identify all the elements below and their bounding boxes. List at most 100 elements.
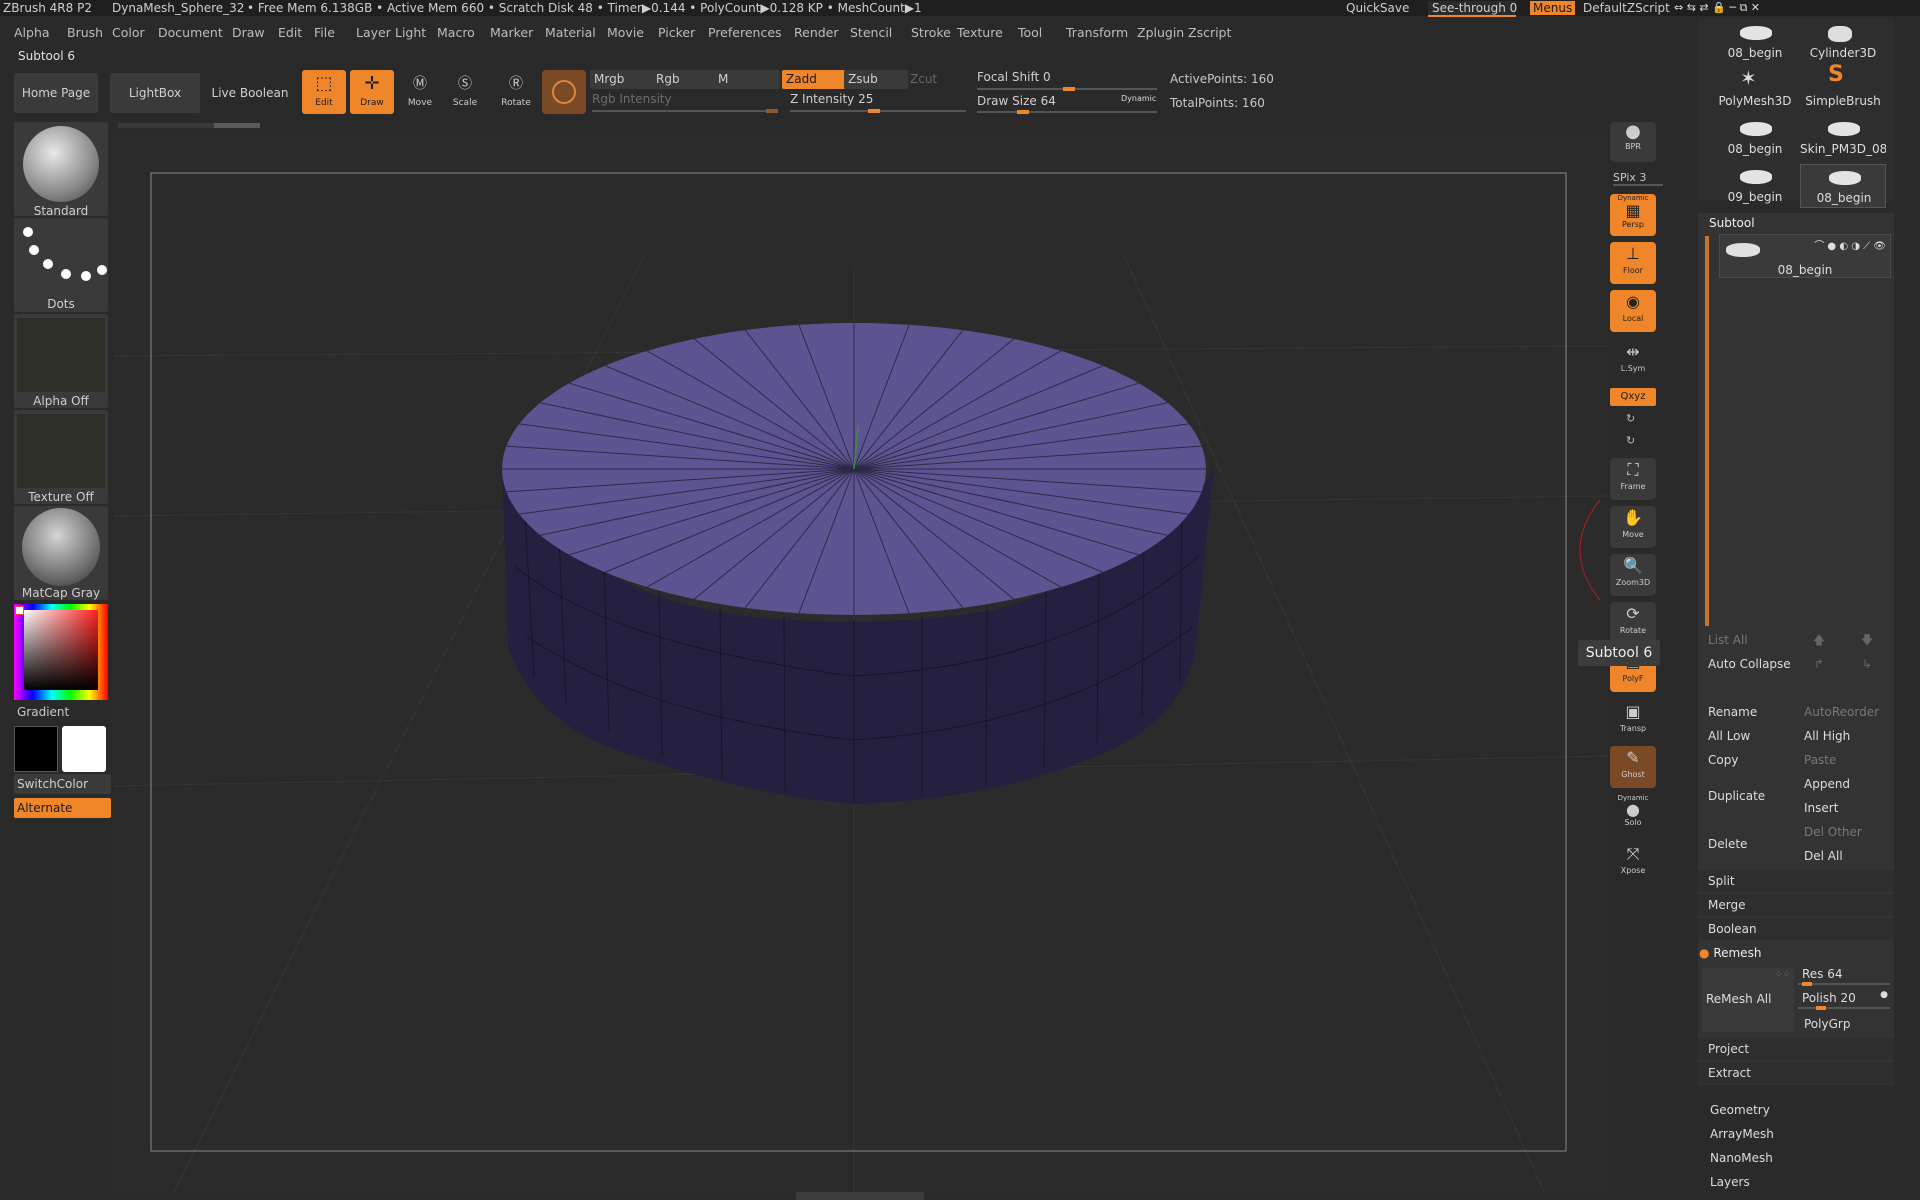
section-nanomesh[interactable]: NanoMesh <box>1710 1146 1890 1170</box>
subtool-scrollbar[interactable] <box>1705 236 1709 626</box>
menu-material[interactable]: Material <box>545 25 596 40</box>
move-view-button[interactable]: ✋ Move <box>1610 506 1656 548</box>
tool-thumbnail-polymesh3d[interactable]: ✶ PolyMesh3D <box>1712 66 1798 112</box>
focal-shift-slider[interactable]: Focal Shift 0 <box>977 70 1157 91</box>
duplicate-button[interactable]: Duplicate <box>1702 774 1794 818</box>
z-intensity-slider[interactable]: Z Intensity 25 <box>790 92 966 113</box>
menu-document[interactable]: Document <box>158 25 223 40</box>
menu-render[interactable]: Render <box>794 25 839 40</box>
transp-button[interactable]: ▣ Transp <box>1610 700 1656 742</box>
tool-thumbnail-08_begin[interactable]: 08_begin <box>1712 20 1798 64</box>
lsym-button[interactable]: ⇹ L.Sym <box>1610 340 1656 382</box>
rotate-button[interactable]: Ⓡ Rotate <box>494 70 538 114</box>
polish-slider[interactable]: Polish 20 ● <box>1798 990 1890 1010</box>
menu-file[interactable]: File <box>314 25 335 40</box>
z-axis-icon[interactable]: ↻ <box>1626 434 1635 447</box>
tool-thumbnail-08_begin[interactable]: 08_begin <box>1800 164 1886 208</box>
main-color-swatch[interactable] <box>14 726 58 772</box>
tool-thumbnail-simplebrush[interactable]: S SimpleBrush <box>1800 62 1886 112</box>
bottom-scroll-handle[interactable] <box>796 1192 924 1200</box>
menu-texture[interactable]: Texture <box>957 25 1003 40</box>
draw-size-slider[interactable]: Draw Size 64 Dynamic <box>977 94 1157 114</box>
menu-movie[interactable]: Movie <box>607 25 644 40</box>
delete-button[interactable]: Delete <box>1702 822 1794 866</box>
split-section[interactable]: Split <box>1698 870 1894 892</box>
tool-thumbnail-cylinder3d[interactable]: Cylinder3D <box>1800 20 1886 64</box>
menu-alpha[interactable]: Alpha <box>14 25 50 40</box>
redo-arrow-icon[interactable]: ↱ <box>1798 654 1840 674</box>
rgb-intensity-slider[interactable]: Rgb Intensity <box>592 92 780 113</box>
all-high-button[interactable]: All High <box>1798 726 1890 746</box>
menu-light[interactable]: Light <box>395 25 426 40</box>
zsub-button[interactable]: Zsub <box>844 70 908 89</box>
menus-button[interactable]: Menus <box>1530 1 1576 15</box>
all-low-button[interactable]: All Low <box>1702 726 1794 746</box>
rotate-view-button[interactable]: ⟳ Rotate <box>1610 602 1656 644</box>
menu-color[interactable]: Color <box>112 25 145 40</box>
remesh-all-button[interactable]: ReMesh All ⁘⁘ <box>1702 968 1794 1032</box>
home-page-button[interactable]: Home Page <box>14 73 98 113</box>
window-controls-icon[interactable]: ⇔ ⇆ ⇄ 🔒 ─ ⧉ ✕ <box>1674 1 1760 15</box>
m-button[interactable]: M <box>714 70 780 89</box>
local-button[interactable]: ◉ Local <box>1610 290 1656 332</box>
persp-button[interactable]: Dynamic ▦ Persp <box>1610 194 1656 236</box>
top-scroll-strip[interactable] <box>118 123 260 128</box>
xyz-button[interactable]: Qxyz <box>1610 388 1656 406</box>
alpha-button[interactable]: Alpha Off <box>14 314 108 408</box>
copy-button[interactable]: Copy <box>1702 750 1794 770</box>
alternate-button[interactable]: Alternate <box>14 798 111 818</box>
rename-button[interactable]: Rename <box>1702 702 1794 722</box>
gradient-label[interactable]: Gradient <box>17 705 69 719</box>
zoom3d-button[interactable]: 🔍 Zoom3D <box>1610 554 1656 596</box>
subtool-header[interactable]: Subtool <box>1709 216 1755 230</box>
material-button[interactable]: MatCap Gray <box>14 506 108 600</box>
bpr-button[interactable]: ● BPR <box>1610 122 1656 162</box>
default-zscript-button[interactable]: DefaultZScript <box>1583 1 1670 15</box>
menu-tool[interactable]: Tool <box>1018 25 1042 40</box>
zcut-button[interactable]: Zcut <box>906 70 970 89</box>
move-down-icon[interactable]: 🡇 <box>1846 630 1888 650</box>
autoreorder-button[interactable]: AutoReorder <box>1798 702 1890 722</box>
quicksave-button[interactable]: QuickSave <box>1346 1 1409 15</box>
menu-stroke[interactable]: Stroke <box>911 25 951 40</box>
return-arrow-icon[interactable]: ↳ <box>1846 654 1888 674</box>
subtool-item[interactable]: ⌒ ● ◐ ◑ ⟋ 👁 08_begin <box>1719 234 1891 278</box>
switchcolor-button[interactable]: SwitchColor <box>14 774 111 794</box>
move-button[interactable]: Ⓜ Move <box>398 70 442 114</box>
mrgb-button[interactable]: Mrgb <box>590 70 656 89</box>
del-all-button[interactable]: Del All <box>1798 846 1890 866</box>
floor-button[interactable]: ⊥ Floor <box>1610 242 1656 284</box>
brush-standard-button[interactable]: Standard <box>14 122 108 218</box>
section-geometry[interactable]: Geometry <box>1710 1098 1890 1122</box>
menu-edit[interactable]: Edit <box>278 25 302 40</box>
auto-collapse-button[interactable]: Auto Collapse <box>1702 654 1794 674</box>
menu-marker[interactable]: Marker <box>490 25 533 40</box>
tool-thumbnail-09_begin[interactable]: 09_begin <box>1712 164 1798 208</box>
draw-button[interactable]: ✛ Draw <box>350 70 394 114</box>
live-boolean-button[interactable]: Live Boolean <box>210 73 290 113</box>
merge-section[interactable]: Merge <box>1698 894 1894 916</box>
menu-layer[interactable]: Layer <box>356 25 391 40</box>
solo-button[interactable]: Dynamic ● Solo <box>1610 794 1656 836</box>
section-layers[interactable]: Layers <box>1710 1170 1890 1194</box>
color-picker[interactable] <box>14 604 108 700</box>
frame-button[interactable]: ⛶ Frame <box>1610 458 1656 500</box>
menu-macro[interactable]: Macro <box>437 25 475 40</box>
dynamic-label[interactable]: Dynamic <box>1121 94 1156 103</box>
polish-dot-icon[interactable]: ● <box>1880 990 1888 1000</box>
scale-button[interactable]: Ⓢ Scale <box>443 70 487 114</box>
zadd-button[interactable]: Zadd <box>782 70 846 89</box>
menu-draw[interactable]: Draw <box>232 25 265 40</box>
res-slider[interactable]: Res 64 <box>1798 966 1890 986</box>
secondary-color-swatch[interactable] <box>62 726 106 772</box>
extract-section[interactable]: Extract <box>1698 1062 1894 1084</box>
remesh-section[interactable]: ● Remesh <box>1698 942 1894 964</box>
lightbox-button[interactable]: LightBox <box>110 73 200 113</box>
menu-zscript[interactable]: Zscript <box>1188 25 1231 40</box>
stroke-dots-button[interactable]: Dots <box>14 218 108 312</box>
append-button[interactable]: Append <box>1798 774 1890 794</box>
project-section[interactable]: Project <box>1698 1038 1894 1060</box>
del-other-button[interactable]: Del Other <box>1798 822 1890 842</box>
section-arraymesh[interactable]: ArrayMesh <box>1710 1122 1890 1146</box>
texture-button[interactable]: Texture Off <box>14 410 108 504</box>
